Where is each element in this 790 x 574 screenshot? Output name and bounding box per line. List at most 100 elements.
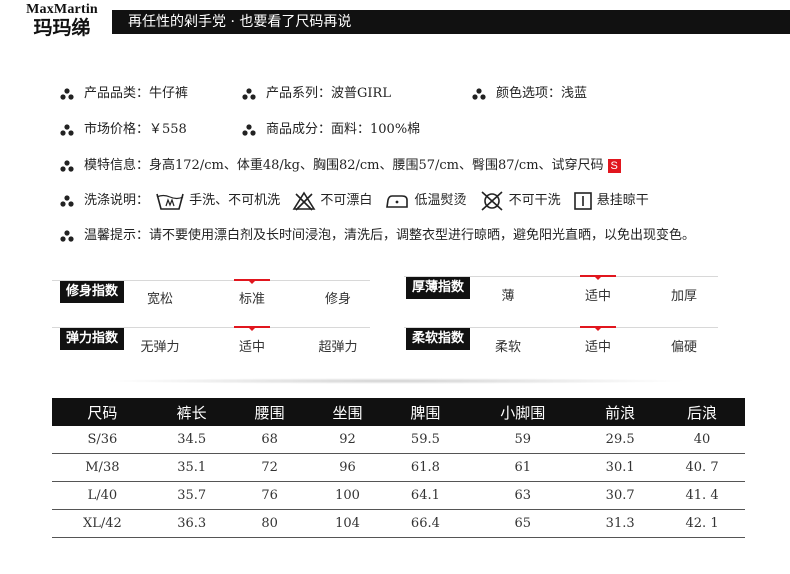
brand-name-en: MaxMartin <box>26 2 98 17</box>
tip-value: 请不要使用漂白剂及长时间浸泡，清洗后，调整衣型进行晾晒，避免阳光直晒，以免出现变… <box>149 228 696 243</box>
stretch-index-option-selected: 适中 <box>238 340 265 355</box>
price-label: 市场价格： <box>84 122 150 137</box>
color-label: 颜色选项： <box>496 86 562 101</box>
info-row-2: 市场价格：￥558 商品成分：面料：100%棉 <box>0 120 790 140</box>
header-pants-length: 裤长 <box>152 398 231 426</box>
clover-icon <box>242 124 256 136</box>
header-waist: 腰围 <box>230 398 309 426</box>
header-front-rise: 前浪 <box>581 398 660 426</box>
clover-icon <box>60 230 74 242</box>
info-series: 产品系列：波普GIRL <box>242 84 391 105</box>
table-cell: S/36 <box>52 426 153 454</box>
table-cell: XL/42 <box>52 509 153 538</box>
size-chart-table: 尺码 裤长 腰围 坐围 脾围 小脚围 前浪 后浪 S/36 34.5 68 92… <box>52 398 745 538</box>
table-cell: 41. 4 <box>659 481 745 510</box>
fit-index-option-selected: 标准 <box>238 292 265 307</box>
info-row-1: 产品品类：牛仔裤 产品系列：波普GIRL 颜色选项：浅蓝 <box>0 84 790 104</box>
thickness-index-option: 薄 <box>501 289 515 304</box>
material-label: 商品成分： <box>266 122 332 137</box>
table-cell: 96 <box>308 453 387 482</box>
table-cell: 68 <box>230 426 309 454</box>
clover-icon <box>242 88 256 100</box>
clover-icon <box>60 160 74 172</box>
table-cell: 104 <box>308 509 387 538</box>
softness-index-option: 柔软 <box>494 340 521 355</box>
table-cell: 35.7 <box>152 481 231 510</box>
fit-index-option: 宽松 <box>146 292 173 307</box>
clover-icon <box>60 195 74 207</box>
thickness-index-label: 厚薄指数 <box>406 277 471 299</box>
table-cell: 59.5 <box>386 426 465 454</box>
tip-label: 温馨提示： <box>84 228 150 243</box>
model-label: 模特信息： <box>84 158 150 173</box>
series-label: 产品系列： <box>266 86 332 101</box>
wash-text-5: 悬挂晾干 <box>596 193 649 208</box>
softness-index-label: 柔软指数 <box>406 328 471 350</box>
category-value: 牛仔裤 <box>149 86 189 101</box>
table-cell: 29.5 <box>581 426 660 454</box>
stretch-index-label: 弹力指数 <box>60 328 125 350</box>
softness-index-option: 偏硬 <box>670 340 697 355</box>
table-row: XL/42 36.3 80 104 66.4 65 31.3 42. 1 <box>52 509 745 538</box>
wash-text-1: 手洗、不可机洗 <box>189 193 281 208</box>
table-cell: 63 <box>464 481 582 510</box>
info-color: 颜色选项：浅蓝 <box>472 84 587 105</box>
header-back-rise: 后浪 <box>659 398 745 426</box>
header-thigh: 脾围 <box>386 398 465 426</box>
table-row: S/36 34.5 68 92 59.5 59 29.5 40 <box>52 426 745 454</box>
wash-text-2: 不可漂白 <box>320 193 373 208</box>
stretch-index-option: 超弹力 <box>318 340 358 355</box>
model-value: 身高172/cm、体重48/kg、胸围82/cm、腰围57/cm、臀围87/cm… <box>149 158 604 173</box>
thickness-index-marker <box>580 275 616 280</box>
brand-logo: MaxMartin 玛玛绨 <box>16 2 108 39</box>
stretch-index-marker <box>234 326 270 331</box>
clover-icon <box>60 124 74 136</box>
price-value: ￥558 <box>149 122 187 137</box>
info-model: 模特信息：身高172/cm、体重48/kg、胸围82/cm、腰围57/cm、臀围… <box>60 156 621 177</box>
material-value: 面料：100%棉 <box>331 122 421 137</box>
table-cell: 59 <box>464 426 582 454</box>
clover-icon <box>60 88 74 100</box>
info-material: 商品成分：面料：100%棉 <box>242 120 420 141</box>
category-label: 产品品类： <box>84 86 150 101</box>
wash-text-4: 不可干洗 <box>508 193 561 208</box>
brand-name-cn: 玛玛绨 <box>33 17 91 39</box>
series-value: 波普GIRL <box>331 86 391 101</box>
fit-index-option: 修身 <box>324 292 351 307</box>
section-divider <box>100 378 690 384</box>
table-cell: 61 <box>464 453 582 482</box>
header-leg-opening: 小脚围 <box>464 398 582 426</box>
fit-index-marker <box>234 279 270 284</box>
header-banner: 再任性的剁手党 · 也要看了尺码再说 <box>112 10 790 34</box>
table-header-row: 尺码 裤长 腰围 坐围 脾围 小脚围 前浪 后浪 <box>52 398 745 426</box>
no-bleach-icon <box>292 191 316 211</box>
fit-index-label: 修身指数 <box>60 281 125 303</box>
table-cell: 80 <box>230 509 309 538</box>
thickness-index-option: 加厚 <box>670 289 697 304</box>
wash-text-3: 低温熨烫 <box>414 193 467 208</box>
table-cell: 100 <box>308 481 387 510</box>
info-price: 市场价格：￥558 <box>60 120 187 141</box>
table-cell: 35.1 <box>152 453 231 482</box>
hand-wash-icon <box>155 191 185 211</box>
info-category: 产品品类：牛仔裤 <box>60 84 188 105</box>
clover-icon <box>472 88 486 100</box>
table-cell: 65 <box>464 509 582 538</box>
table-cell: 36.3 <box>152 509 231 538</box>
table-cell: 34.5 <box>152 426 231 454</box>
color-value: 浅蓝 <box>561 86 588 101</box>
table-cell: 76 <box>230 481 309 510</box>
table-cell: 30.1 <box>581 453 660 482</box>
header-hip: 坐围 <box>308 398 387 426</box>
table-cell: 64.1 <box>386 481 465 510</box>
model-size-badge: S <box>607 159 621 173</box>
info-row-wash: 洗涤说明： 手洗、不可机洗 不可漂白 低温熨烫 不可干洗 悬挂晾干 <box>0 190 790 212</box>
table-cell: M/38 <box>52 453 153 482</box>
table-cell: L/40 <box>52 481 153 510</box>
info-row-3: 模特信息：身高172/cm、体重48/kg、胸围82/cm、腰围57/cm、臀围… <box>0 156 790 176</box>
table-cell: 66.4 <box>386 509 465 538</box>
hang-dry-icon <box>573 191 593 211</box>
table-cell: 40. 7 <box>659 453 745 482</box>
table-row: M/38 35.1 72 96 61.8 61 30.1 40. 7 <box>52 453 745 482</box>
wash-label: 洗涤说明： <box>84 193 150 208</box>
